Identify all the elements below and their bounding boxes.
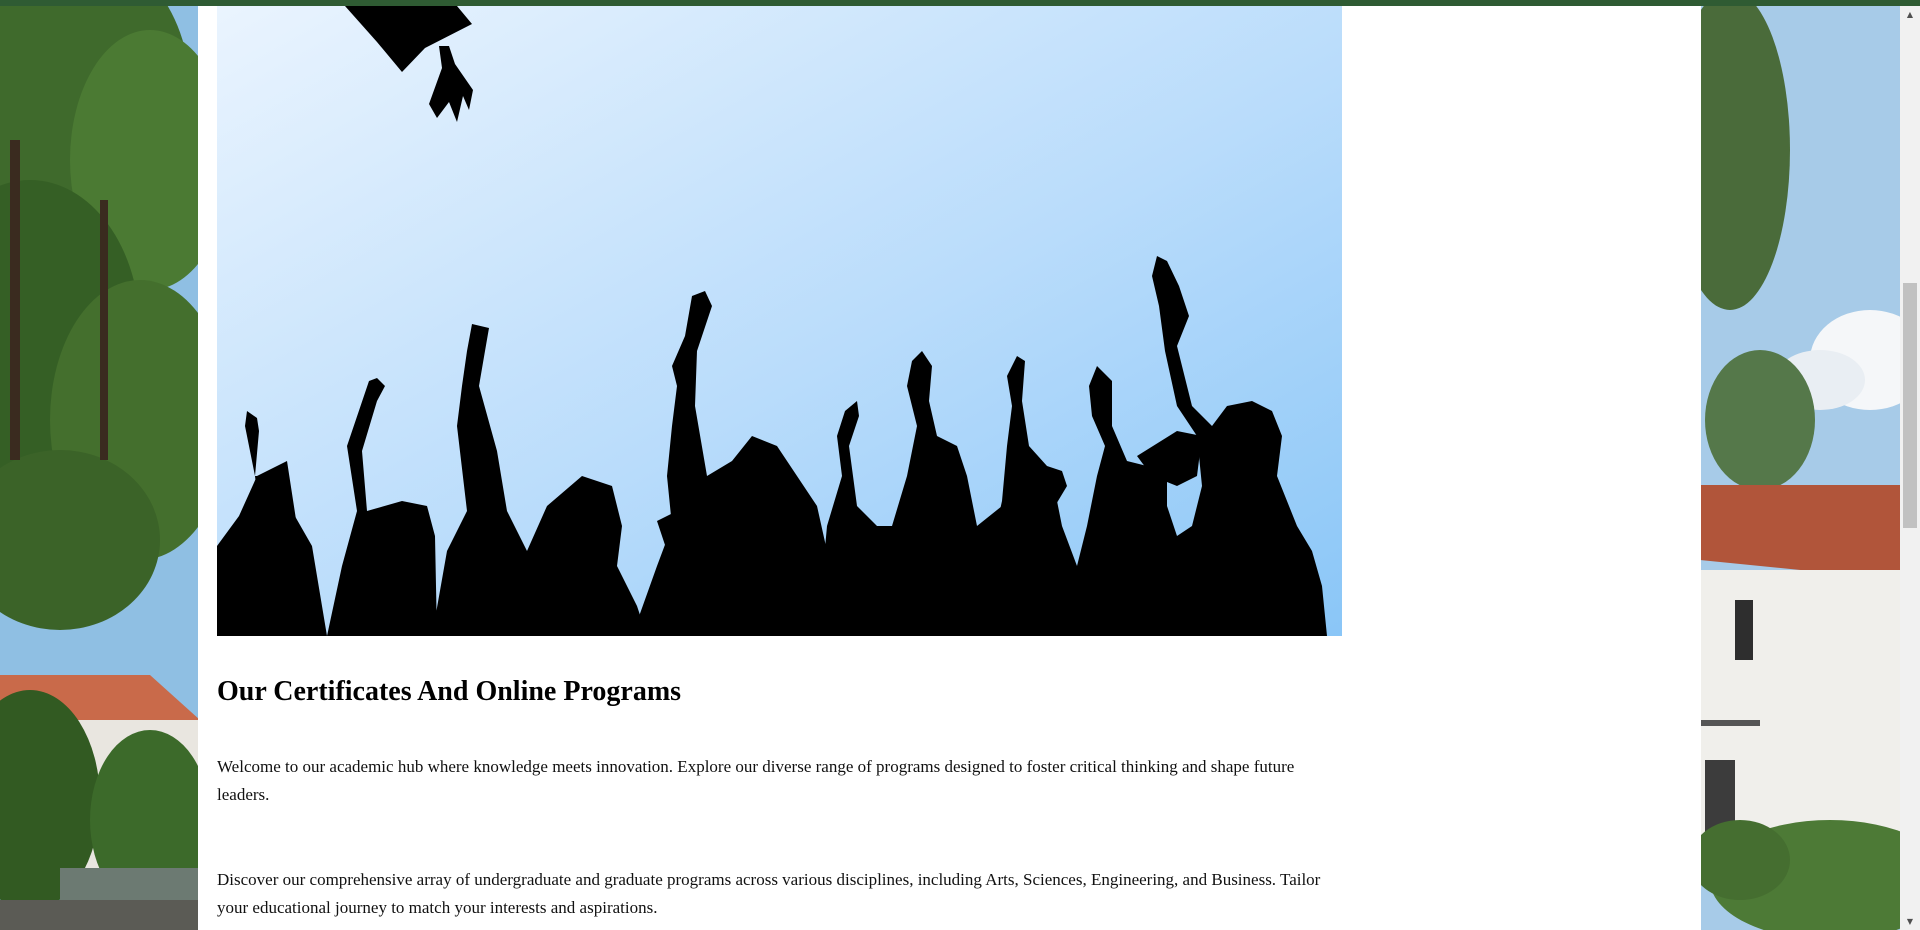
programs-paragraph: Discover our comprehensive array of unde…	[217, 870, 1321, 917]
scrollbar-thumb[interactable]	[1903, 283, 1917, 528]
right-house	[1670, 0, 1920, 930]
intro-paragraph: Welcome to our academic hub where knowle…	[217, 757, 1295, 804]
scroll-up-arrow-icon[interactable]: ▲	[1900, 6, 1920, 23]
left-trees	[0, 0, 230, 930]
hero-graduation-image	[217, 6, 1342, 636]
vertical-scrollbar[interactable]: ▲ ▼	[1900, 6, 1920, 930]
main-content-panel: Our Certificates And Online Programs Wel…	[198, 6, 1701, 930]
scroll-down-arrow-icon[interactable]: ▼	[1900, 913, 1920, 930]
section-title: Our Certificates And Online Programs	[217, 676, 682, 707]
